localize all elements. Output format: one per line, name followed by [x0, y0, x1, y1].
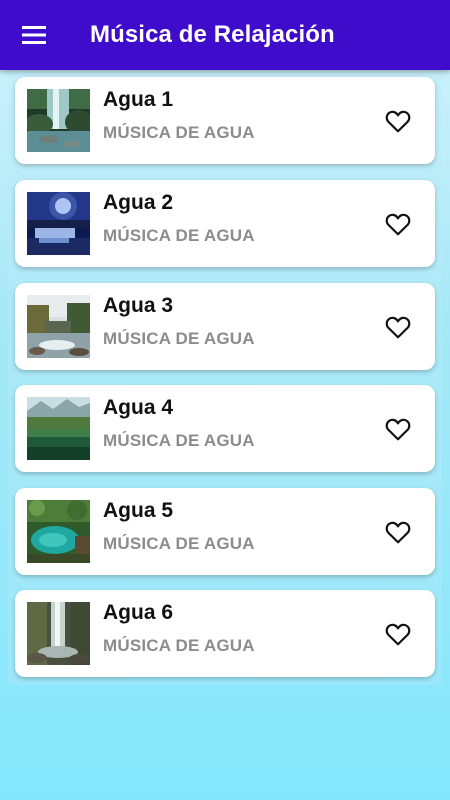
track-subtitle: MÚSICA DE AGUA — [103, 431, 255, 450]
track-card-1[interactable]: Agua 1 MÚSICA DE AGUA — [15, 77, 435, 164]
track-card-6[interactable]: Agua 6 MÚSICA DE AGUA — [15, 590, 435, 677]
track-thumbnail — [27, 192, 90, 255]
track-title: Agua 1 — [103, 88, 174, 111]
track-thumbnail — [27, 397, 90, 460]
track-subtitle: MÚSICA DE AGUA — [103, 329, 255, 348]
track-title: Agua 6 — [103, 601, 174, 624]
track-subtitle: MÚSICA DE AGUA — [103, 226, 255, 245]
track-card-2[interactable]: Agua 2 MÚSICA DE AGUA — [15, 180, 435, 267]
favorite-button[interactable] — [383, 619, 413, 649]
favorite-button[interactable] — [383, 209, 413, 239]
favorite-button[interactable] — [383, 517, 413, 547]
track-title: Agua 5 — [103, 499, 174, 522]
track-card-5[interactable]: Agua 5 MÚSICA DE AGUA — [15, 488, 435, 575]
heart-outline-icon — [385, 418, 411, 441]
favorite-button[interactable] — [383, 414, 413, 444]
heart-outline-icon — [385, 521, 411, 544]
app-bar: Música de Relajación — [0, 0, 450, 70]
hamburger-menu-icon — [22, 26, 46, 44]
track-subtitle: MÚSICA DE AGUA — [103, 534, 255, 553]
track-title: Agua 4 — [103, 396, 174, 419]
heart-outline-icon — [385, 316, 411, 339]
track-thumbnail — [27, 500, 90, 563]
track-thumbnail — [27, 89, 90, 152]
menu-button[interactable] — [0, 0, 70, 70]
track-thumbnail — [27, 602, 90, 665]
track-title: Agua 2 — [103, 191, 174, 214]
favorite-button[interactable] — [383, 106, 413, 136]
track-list[interactable]: Agua 1 MÚSICA DE AGUA Agua 2 MÚSICA DE A… — [8, 70, 442, 685]
track-subtitle: MÚSICA DE AGUA — [103, 636, 255, 655]
track-thumbnail — [27, 295, 90, 358]
track-subtitle: MÚSICA DE AGUA — [103, 123, 255, 142]
track-card-3[interactable]: Agua 3 MÚSICA DE AGUA — [15, 283, 435, 370]
favorite-button[interactable] — [383, 312, 413, 342]
heart-outline-icon — [385, 213, 411, 236]
heart-outline-icon — [385, 110, 411, 133]
heart-outline-icon — [385, 623, 411, 646]
track-card-4[interactable]: Agua 4 MÚSICA DE AGUA — [15, 385, 435, 472]
track-title: Agua 3 — [103, 294, 174, 317]
app-title: Música de Relajación — [90, 21, 335, 48]
